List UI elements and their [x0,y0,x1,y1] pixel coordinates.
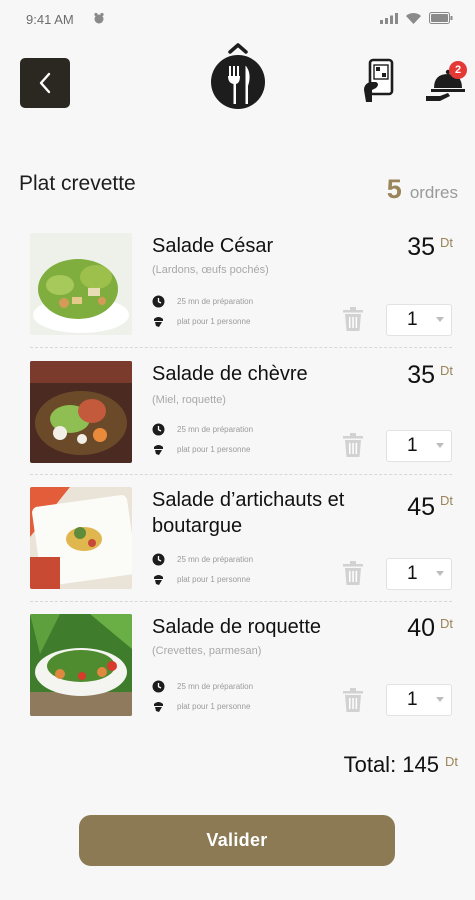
list-item: Salade de roquette (Crevettes, parmesan)… [30,614,455,734]
prep-time: 25 mn de préparation [152,295,253,308]
quantity-select[interactable]: 1 [386,684,452,716]
clock-icon [152,295,165,308]
item-currency: Dt [440,616,453,631]
person-plate-icon [154,445,163,455]
list-item: Salade César (Lardons, œufs pochés) 25 m… [30,233,455,353]
salade-chevre-photo [30,361,132,463]
prep-time-text: 25 mn de préparation [177,297,254,306]
item-description: (Lardons, œufs pochés) [152,264,269,276]
wifi-icon [406,12,421,24]
salade-artichauts-photo [30,487,132,589]
prep-time: 25 mn de préparation [152,553,253,566]
quantity-value: 1 [407,563,418,584]
item-description: (Crevettes, parmesan) [152,645,262,657]
chevron-left-icon [39,72,51,94]
prep-time-text: 25 mn de préparation [177,555,254,564]
person-plate-icon [154,575,163,585]
item-price: 35 [407,361,435,389]
item-currency: Dt [440,235,453,250]
chevron-down-icon [436,697,444,702]
clock-icon [152,680,165,693]
quantity-select[interactable]: 1 [386,430,452,462]
quantity-select[interactable]: 1 [386,304,452,336]
serving-text: plat pour 1 personne [177,702,251,711]
item-currency: Dt [440,363,453,378]
chevron-down-icon [436,571,444,576]
trash-icon[interactable] [342,688,364,712]
order-count: 5 ordres [387,174,458,205]
prep-time: 25 mn de préparation [152,423,253,436]
signal-icon [380,12,398,24]
status-indicators [380,12,453,24]
valider-button[interactable]: Valider [79,815,395,866]
trash-icon[interactable] [342,561,364,585]
divider [30,601,452,602]
salade-roquette-photo [30,614,132,716]
item-name: Salade César [152,235,274,257]
quantity-select[interactable]: 1 [386,558,452,590]
prep-time-text: 25 mn de préparation [177,682,254,691]
quantity-value: 1 [407,689,418,710]
divider [30,347,452,348]
trash-icon[interactable] [342,307,364,331]
chevron-down-icon [436,443,444,448]
list-item: Salade d’artichauts et boutargue 25 mn d… [30,487,455,607]
item-description: (Miel, roquette) [152,394,226,406]
chevron-down-icon [436,317,444,322]
serving-text: plat pour 1 personne [177,445,251,454]
item-name: Salade d’artichauts et boutargue [152,489,345,537]
status-time: 9:41 AM [26,12,74,27]
serving-info: plat pour 1 personne [152,443,250,456]
category-title: Plat crevette [19,172,136,195]
divider [30,474,452,475]
serving-info: plat pour 1 personne [152,315,250,328]
item-price: 45 [407,493,435,521]
clock-icon [152,423,165,436]
person-plate-icon [154,317,163,327]
quantity-value: 1 [407,309,418,330]
item-currency: Dt [440,493,453,508]
order-count-label: ordres [409,183,458,202]
serving-info: plat pour 1 personne [152,700,250,713]
item-price: 35 [407,233,435,261]
item-name: Salade de chèvre [152,363,308,385]
clock-icon [152,553,165,566]
prep-time: 25 mn de préparation [152,680,253,693]
order-count-value: 5 [386,174,402,204]
total-amount: Total: 145 [343,752,439,777]
item-name: Salade de roquette [152,616,322,638]
trash-icon[interactable] [342,433,364,457]
back-button[interactable] [20,58,70,108]
prep-time-text: 25 mn de préparation [177,425,254,434]
restaurant-logo [211,43,265,109]
person-plate-icon [154,702,163,712]
status-bar: 9:41 AM [0,0,475,40]
salade-cesar-photo [30,233,132,335]
order-total: Total: 145 Dt [344,752,458,778]
phone-scan-icon[interactable] [362,58,398,104]
item-price: 40 [407,614,435,642]
app-notification-icon [94,12,104,24]
total-currency: Dt [445,754,458,769]
serving-text: plat pour 1 personne [177,317,251,326]
battery-icon [429,12,453,24]
list-item: Salade de chèvre (Miel, roquette) 25 mn … [30,361,455,481]
serving-text: plat pour 1 personne [177,575,251,584]
quantity-value: 1 [407,435,418,456]
notification-badge: 2 [449,61,467,79]
serving-info: plat pour 1 personne [152,573,250,586]
